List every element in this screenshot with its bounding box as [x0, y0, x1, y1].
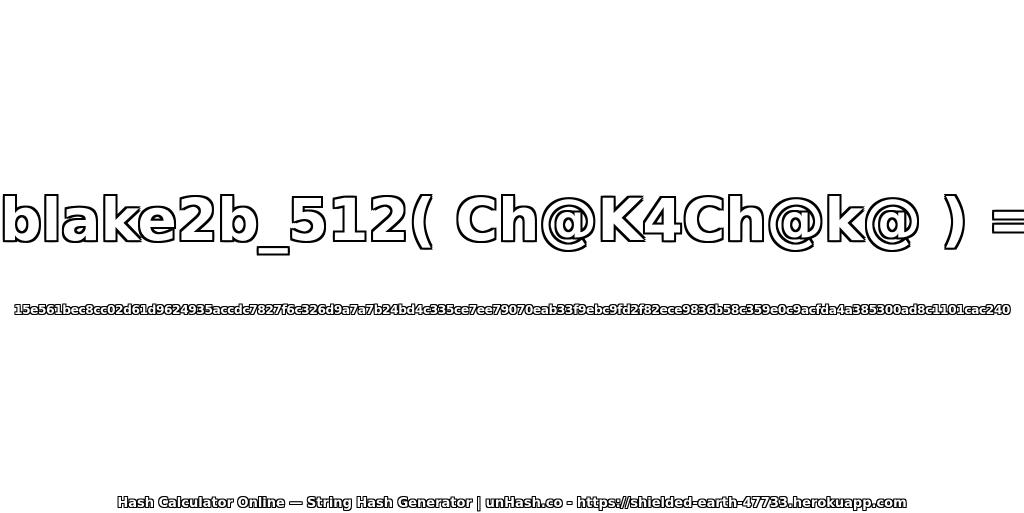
hash-result-value: 15e561bec8cc02d61d9624935accdc7827f6c326…: [14, 303, 1010, 317]
hash-expression-title: blake2b_512( Ch@K4Ch@k@ ) =: [0, 186, 1024, 254]
site-footer-credit: Hash Calculator Online — String Hash Gen…: [117, 496, 907, 511]
